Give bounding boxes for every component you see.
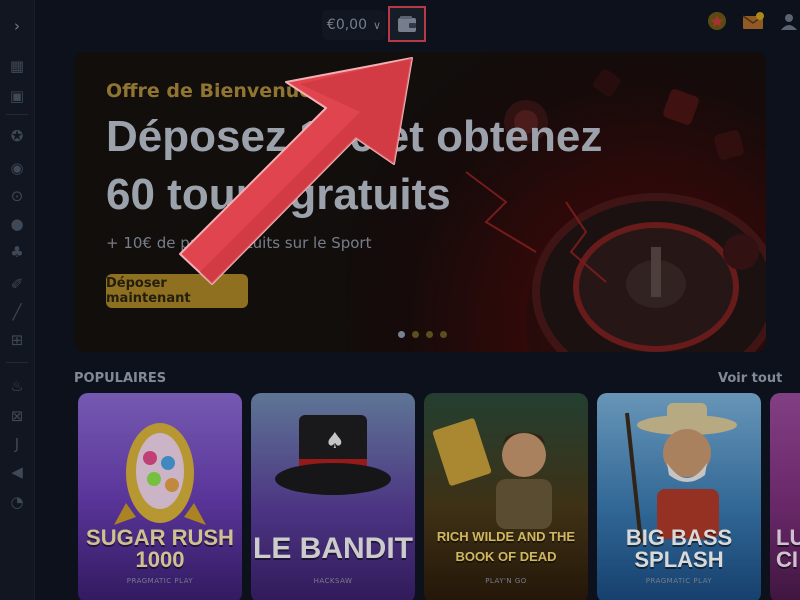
game-title: RICH WILDE AND THE BOOK OF DEAD — [436, 529, 576, 564]
game-card[interactable]: SUGAR RUSH 1000 PRAGMATIC PLAY — [78, 393, 242, 600]
carousel-dot[interactable] — [426, 331, 433, 338]
game-card[interactable]: ♠ LE BANDIT HACKSAW — [251, 393, 415, 600]
live-icon[interactable]: ◉ — [7, 158, 27, 178]
basketball-icon[interactable]: ● — [7, 214, 27, 234]
svg-text:♠: ♠ — [325, 429, 345, 454]
game-title: LU CI — [776, 525, 800, 572]
cards-icon[interactable]: ▣ — [7, 86, 27, 106]
sidebar-divider — [6, 362, 28, 363]
carousel-dot[interactable] — [440, 331, 447, 338]
topbar-actions — [706, 10, 800, 32]
game-carousel: SUGAR RUSH 1000 PRAGMATIC PLAY ♠ LE BAND… — [78, 393, 800, 600]
promo-banner[interactable]: Offre de Bienvenue Déposez 10€ et obtene… — [74, 52, 766, 352]
chevron-right-icon[interactable]: › — [7, 16, 27, 36]
hockey-icon[interactable]: ╱ — [7, 302, 27, 322]
megaphone-icon[interactable]: ◀ — [7, 462, 27, 482]
user-icon[interactable] — [778, 10, 800, 32]
esports-icon[interactable]: ⊞ — [7, 330, 27, 350]
game-card[interactable]: RICH WILDE AND THE BOOK OF DEAD PLAY'N G… — [424, 393, 588, 600]
soccer-icon[interactable]: ⊙ — [7, 186, 27, 206]
game-provider: HACKSAW — [313, 577, 353, 585]
sidebar: › ▦ ▣ ✪ ◉ ⊙ ● ♣ ✐ ╱ ⊞ ♨ ⊠ J ◀ ◔ — [0, 0, 35, 600]
game-provider: PRAGMATIC PLAY — [126, 577, 194, 585]
star-badge-icon[interactable] — [706, 10, 728, 32]
topbar: €0,00 ∨ — [34, 0, 800, 50]
chevron-down-icon: ∨ — [373, 18, 382, 32]
carousel-dots — [398, 331, 447, 338]
game-title: SUGAR RUSH 1000 — [86, 525, 234, 572]
section-title: POPULAIRES — [74, 371, 167, 386]
game-provider: PLAY'N GO — [485, 577, 527, 585]
balance-amount: €0,00 — [326, 17, 368, 33]
football-icon[interactable]: ✪ — [7, 126, 27, 146]
wallet-icon — [398, 16, 416, 32]
balance-button[interactable]: €0,00 ∨ — [322, 10, 386, 40]
game-thumbnail: ♠ — [251, 393, 415, 600]
game-card[interactable]: LU CI — [770, 393, 800, 600]
game-title: BIG BASS SPLASH — [625, 525, 733, 572]
game-title: LE BANDIT — [253, 532, 413, 565]
see-all-link[interactable]: Voir tout — [718, 371, 782, 386]
game-provider: PRAGMATIC PLAY — [645, 577, 713, 585]
carousel-dot[interactable] — [412, 331, 419, 338]
carousel-dot[interactable] — [398, 331, 405, 338]
banner-note: + 10€ de paris gratuits sur le Sport — [106, 234, 372, 252]
juventus-icon[interactable]: J — [7, 434, 27, 454]
banner-subtitle: Offre de Bienvenue — [106, 80, 313, 102]
game-thumbnail — [424, 393, 588, 600]
baseball-icon[interactable]: ✐ — [7, 274, 27, 294]
gift-icon[interactable]: ⊠ — [7, 406, 27, 426]
wallet-button[interactable] — [388, 6, 426, 42]
whistle-icon[interactable]: ◔ — [7, 492, 27, 512]
game-card[interactable]: BIG BASS SPLASH PRAGMATIC PLAY — [597, 393, 761, 600]
tennis-icon[interactable]: ♣ — [7, 242, 27, 262]
fire-icon[interactable]: ♨ — [7, 376, 27, 396]
deposit-button[interactable]: Déposer maintenant — [106, 274, 248, 308]
sidebar-divider — [6, 114, 28, 115]
casino-icon[interactable]: ▦ — [7, 56, 27, 76]
mail-icon[interactable] — [742, 10, 764, 32]
banner-title: Déposez 10€ et obtenez 60 tours gratuits — [106, 112, 603, 219]
